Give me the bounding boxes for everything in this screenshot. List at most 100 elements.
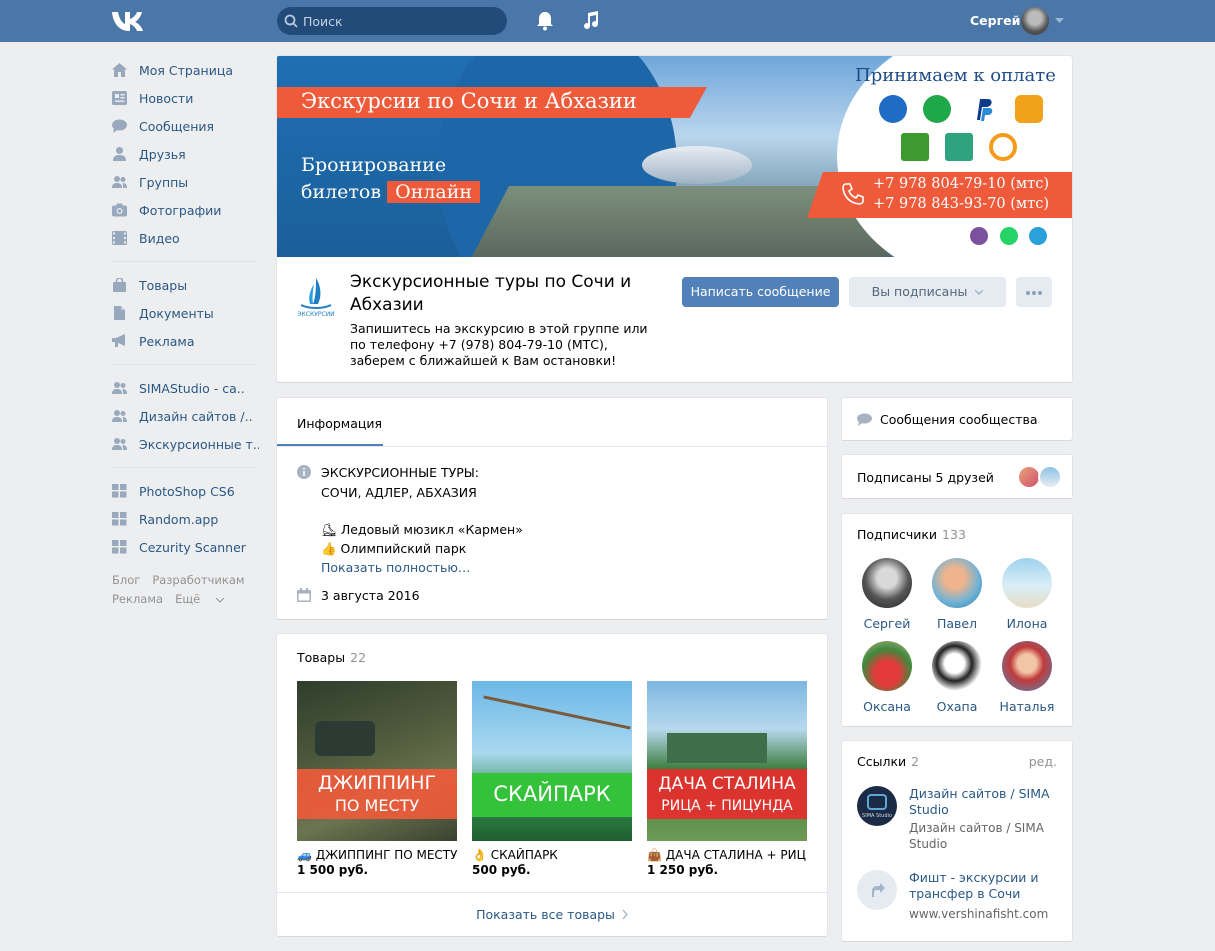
cover-booking-line1: Бронирование xyxy=(301,154,447,176)
sidebar-item-video[interactable]: Видео xyxy=(110,224,260,252)
sidebar-item-label: Товары xyxy=(139,278,188,293)
cover-booking-text: Бронирование билетов Онлайн xyxy=(301,152,481,206)
links-edit[interactable]: ред. xyxy=(1029,754,1057,769)
subscriber[interactable]: Сергей xyxy=(857,558,917,631)
footer-link-developers[interactable]: Разработчикам xyxy=(152,573,244,587)
document-icon xyxy=(114,306,125,320)
sidebar-item-friends[interactable]: Друзья xyxy=(110,140,260,168)
send-message-button[interactable]: Написать сообщение xyxy=(682,277,839,307)
group-title: Экскурсионные туры по Сочи и Абхазии xyxy=(350,272,632,315)
sidebar-item-app-cezurity[interactable]: Cezurity Scanner xyxy=(110,533,260,561)
product-image: СКАЙПАРК xyxy=(472,681,632,841)
links-count: 2 xyxy=(911,754,920,769)
subscriber-name: Павел xyxy=(936,616,978,631)
subscriber[interactable]: Охапа xyxy=(927,641,987,714)
show-all-goods-link[interactable]: Показать все товары xyxy=(277,892,827,936)
subscriber[interactable]: Оксана xyxy=(857,641,917,714)
cover-banner-text: Экскурсии по Сочи и Абхазии xyxy=(301,89,637,113)
subscriber[interactable]: Наталья xyxy=(997,641,1057,714)
info-icon xyxy=(297,465,311,479)
community-messages-panel[interactable]: Сообщения сообщества xyxy=(842,398,1072,440)
paypal-icon xyxy=(969,95,997,123)
link-item[interactable]: SIMA Studio Дизайн сайтов / SIMA Studio … xyxy=(857,786,1067,856)
sidebar-item-label: Фотографии xyxy=(139,203,222,218)
subscriber[interactable]: Павел xyxy=(927,558,987,631)
music-icon[interactable] xyxy=(582,10,600,30)
links-header[interactable]: Ссылки 2 xyxy=(857,754,919,769)
search-input[interactable] xyxy=(303,7,499,35)
sidebar-footer: Блог Разработчикам Реклама Ещё xyxy=(110,571,260,609)
sidebar-item-label: Документы xyxy=(139,306,214,321)
search-box[interactable] xyxy=(277,7,507,35)
product-name: 🚙 ДЖИППИНГ ПО МЕСТУ xyxy=(297,848,457,862)
sidebar-item-app-photoshop[interactable]: PhotoShop CS6 xyxy=(110,477,260,505)
link-subtitle: Дизайн сайтов / SIMA Studio xyxy=(909,821,1044,851)
sidebar-item-ads[interactable]: Реклама xyxy=(110,327,260,355)
subscribers-header[interactable]: Подписчики 133 xyxy=(857,527,966,542)
sidebar-item-messages[interactable]: Сообщения xyxy=(110,112,260,140)
product-card[interactable]: СКАЙПАРК 👌 СКАЙПАРК 500 руб. xyxy=(472,681,632,877)
sidebar-item-group-simastudio[interactable]: SIMAStudio - са.. xyxy=(110,374,260,402)
app-icon xyxy=(112,540,127,554)
sidebar-item-groups[interactable]: Группы xyxy=(110,168,260,196)
cover-accept-text: Принимаем к оплате xyxy=(855,65,1056,86)
show-more-link[interactable]: Показать полностью… xyxy=(321,560,470,575)
sidebar-item-my-page[interactable]: Моя Страница xyxy=(110,56,260,84)
notifications-bell-icon[interactable] xyxy=(536,11,554,31)
groups-icon xyxy=(112,382,127,394)
sidebar-item-photos[interactable]: Фотографии xyxy=(110,196,260,224)
product-card[interactable]: ДАЧА СТАЛИНА РИЦА + ПИЦУНДА 👜 ДАЧА СТАЛИ… xyxy=(647,681,807,877)
webmoney-icon xyxy=(879,95,907,123)
info-tabs: Информация xyxy=(277,398,827,447)
sidebar-item-label: Группы xyxy=(139,175,189,190)
user-menu[interactable]: Сергей xyxy=(960,0,1070,42)
qiwi-icon xyxy=(989,133,1017,161)
sidebar-item-goods[interactable]: Товары xyxy=(110,271,260,299)
subscriber-avatar xyxy=(932,641,982,691)
sidebar-item-documents[interactable]: Документы xyxy=(110,299,260,327)
megaphone-icon xyxy=(112,334,125,347)
user-name: Сергей xyxy=(970,13,1021,28)
app-icon xyxy=(112,484,127,498)
dot xyxy=(1038,291,1042,295)
goods-title: Товары xyxy=(297,650,346,665)
group-avatar[interactable]: ЭКСКУРСИИ xyxy=(291,272,341,322)
info-panel: Информация ЭКСКУРСИОННЫЕ ТУРЫ: СОЧИ, АДЛ… xyxy=(277,398,827,619)
camera-icon xyxy=(112,203,127,217)
goods-header[interactable]: Товары 22 xyxy=(297,650,366,665)
product-price: 500 руб. xyxy=(472,863,531,877)
sidebar-item-group-tours[interactable]: Экскурсионные т.. xyxy=(110,430,260,458)
product-card[interactable]: ДЖИППИНГ ПО МЕСТУ 🚙 ДЖИППИНГ ПО МЕСТУ 1 … xyxy=(297,681,457,877)
friends-subscribed-panel[interactable]: Подписаны 5 друзей xyxy=(842,455,1072,498)
sail-logo-icon: ЭКСКУРСИИ xyxy=(297,278,335,318)
sidebar-item-app-random[interactable]: Random.app xyxy=(110,505,260,533)
sidebar-divider xyxy=(112,467,257,468)
left-sidebar: Моя Страница Новости Сообщения Друзья Гр… xyxy=(110,56,260,609)
vk-logo-icon[interactable] xyxy=(110,8,146,34)
paypal-glyph xyxy=(977,99,993,121)
info-line: СОЧИ, АДЛЕР, АБХАЗИЯ xyxy=(321,485,477,500)
search-icon xyxy=(284,14,298,28)
footer-link-blog[interactable]: Блог xyxy=(112,573,140,587)
sidebar-item-news[interactable]: Новости xyxy=(110,84,260,112)
subscriber[interactable]: Илона xyxy=(997,558,1057,631)
link-item[interactable]: Фишт - экскурсии и трансфер в Сочи www.v… xyxy=(857,870,1067,930)
rnkb-icon xyxy=(945,133,973,161)
bag-icon xyxy=(113,278,126,292)
footer-link-ads[interactable]: Реклама xyxy=(112,592,163,606)
product-caption: ПО МЕСТУ xyxy=(334,796,420,815)
product-price: 1 500 руб. xyxy=(297,863,369,877)
subscribers-panel: Подписчики 133 Сергей Павел Илона Оксана … xyxy=(842,514,1072,726)
groups-icon xyxy=(112,410,127,422)
links-panel: Ссылки 2 ред. SIMA Studio Дизайн сайтов /… xyxy=(842,741,1072,941)
subscribers-title: Подписчики xyxy=(857,527,938,542)
sidebar-item-group-design[interactable]: Дизайн сайтов /.. xyxy=(110,402,260,430)
subscribed-button[interactable]: Вы подписаны xyxy=(849,277,1006,307)
friend-avatar xyxy=(1038,465,1062,489)
footer-more-label: Ещё xyxy=(175,592,201,606)
more-actions-button[interactable] xyxy=(1016,277,1052,307)
whatsapp-icon xyxy=(1000,227,1018,245)
tab-information[interactable]: Информация xyxy=(297,416,382,431)
phone-icon xyxy=(842,183,864,205)
footer-link-more[interactable]: Ещё xyxy=(175,592,225,606)
